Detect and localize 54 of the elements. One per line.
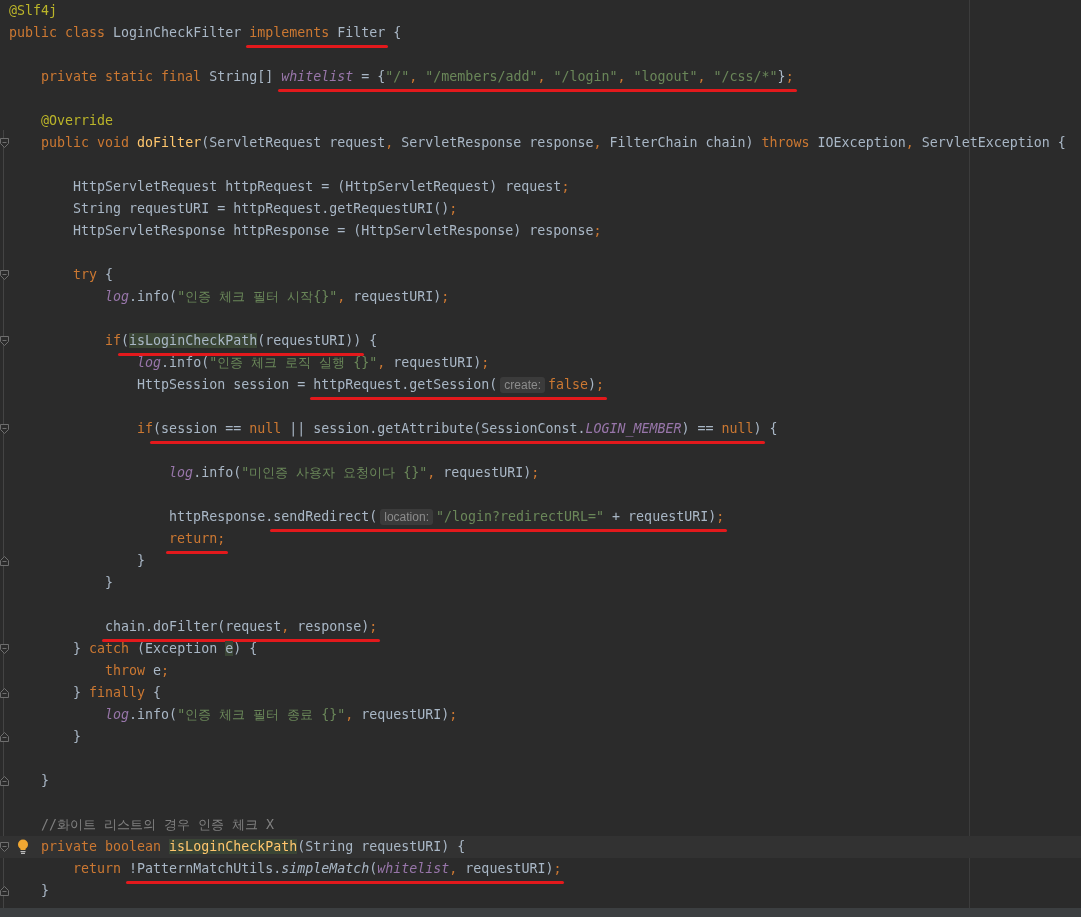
code-text: } bbox=[136, 552, 146, 570]
code-text: { bbox=[768, 420, 778, 438]
code-text: log.info("인증 체크 필터 시작{}", requestURI); bbox=[104, 288, 450, 306]
code-text: log.info("미인증 사용자 요청이다 {}", requestURI); bbox=[168, 464, 540, 482]
code-text: whitelist = {"/", "/members/add", "/login", "logout", "/css/*"}; bbox=[281, 69, 794, 84]
code-text: { bbox=[368, 332, 378, 350]
fold-icon[interactable] bbox=[0, 336, 9, 346]
code-text: httpRequest.getSession( create: false); bbox=[313, 377, 605, 392]
code-text: !PatternMatchUtils.simpleMatch(whitelist, requestURI); bbox=[129, 861, 562, 876]
code-text: httpResponse. bbox=[168, 508, 274, 526]
fold-end-icon[interactable] bbox=[0, 776, 9, 786]
fold-icon[interactable] bbox=[0, 138, 9, 148]
code-text: return; bbox=[169, 531, 226, 546]
code-text: public class LoginCheckFilter bbox=[9, 24, 243, 42]
fold-end-icon[interactable] bbox=[0, 732, 9, 742]
code-text: @Slf4j bbox=[9, 2, 58, 20]
fold-end-icon[interactable] bbox=[0, 886, 9, 896]
code-text: HttpSession session = bbox=[136, 376, 307, 394]
code-text: if bbox=[104, 332, 122, 350]
code-text: } bbox=[104, 574, 114, 592]
code-text: HttpServletResponse httpResponse = (HttpServletResponse) response; bbox=[72, 222, 602, 240]
code-comment: //화이트 리스트의 경우 인증 체크 X bbox=[40, 816, 275, 834]
code-text: throw e; bbox=[104, 662, 170, 680]
code-text: @Override bbox=[40, 112, 114, 130]
code-text: sendRedirect( location: "/login?redirectURL=" + requestURI); bbox=[273, 509, 725, 524]
code-text: private static final String[] bbox=[40, 68, 275, 86]
code-text: if bbox=[136, 420, 154, 438]
fold-icon[interactable] bbox=[0, 270, 9, 280]
code-text: log.info("인증 체크 로직 실행 {}", requestURI); bbox=[136, 354, 490, 372]
lightbulb-icon[interactable] bbox=[17, 839, 29, 854]
code-text: { bbox=[392, 24, 402, 42]
code-text: public void doFilter(ServletRequest request, ServletResponse response, FilterChain chain) throws IOException, ServletException { bbox=[40, 134, 1066, 152]
code-text: chain.doFilter(request, response); bbox=[105, 619, 378, 634]
horizontal-scrollbar[interactable] bbox=[0, 908, 1081, 917]
code-text: String requestURI = httpRequest.getRequestURI(); bbox=[72, 200, 458, 218]
code-text: (session == null || session.getAttribute(SessionConst.LOGIN_MEMBER) == null) bbox=[153, 421, 762, 436]
code-text: private boolean isLoginCheckPath(String requestURI) { bbox=[40, 838, 466, 856]
code-text: try { bbox=[72, 266, 114, 284]
code-text: return bbox=[72, 860, 123, 878]
fold-icon[interactable] bbox=[0, 644, 9, 654]
code-text: implements Filter bbox=[249, 25, 386, 40]
code-text: HttpServletRequest httpRequest = (HttpServletRequest) request; bbox=[72, 178, 570, 196]
code-text: } bbox=[72, 728, 82, 746]
code-text: } bbox=[40, 882, 50, 900]
code-text: log.info("인증 체크 필터 종료 {}", requestURI); bbox=[104, 706, 458, 724]
code-text: } catch (Exception e) { bbox=[72, 640, 258, 658]
code-text: } bbox=[40, 772, 50, 790]
fold-end-icon[interactable] bbox=[0, 556, 9, 566]
code-text: } finally { bbox=[72, 684, 162, 702]
fold-end-icon[interactable] bbox=[0, 688, 9, 698]
code-editor[interactable] bbox=[0, 0, 1081, 908]
fold-icon[interactable] bbox=[0, 424, 9, 434]
code-text: (isLoginCheckPath(requestURI)) bbox=[121, 333, 362, 348]
fold-icon[interactable] bbox=[0, 842, 9, 852]
